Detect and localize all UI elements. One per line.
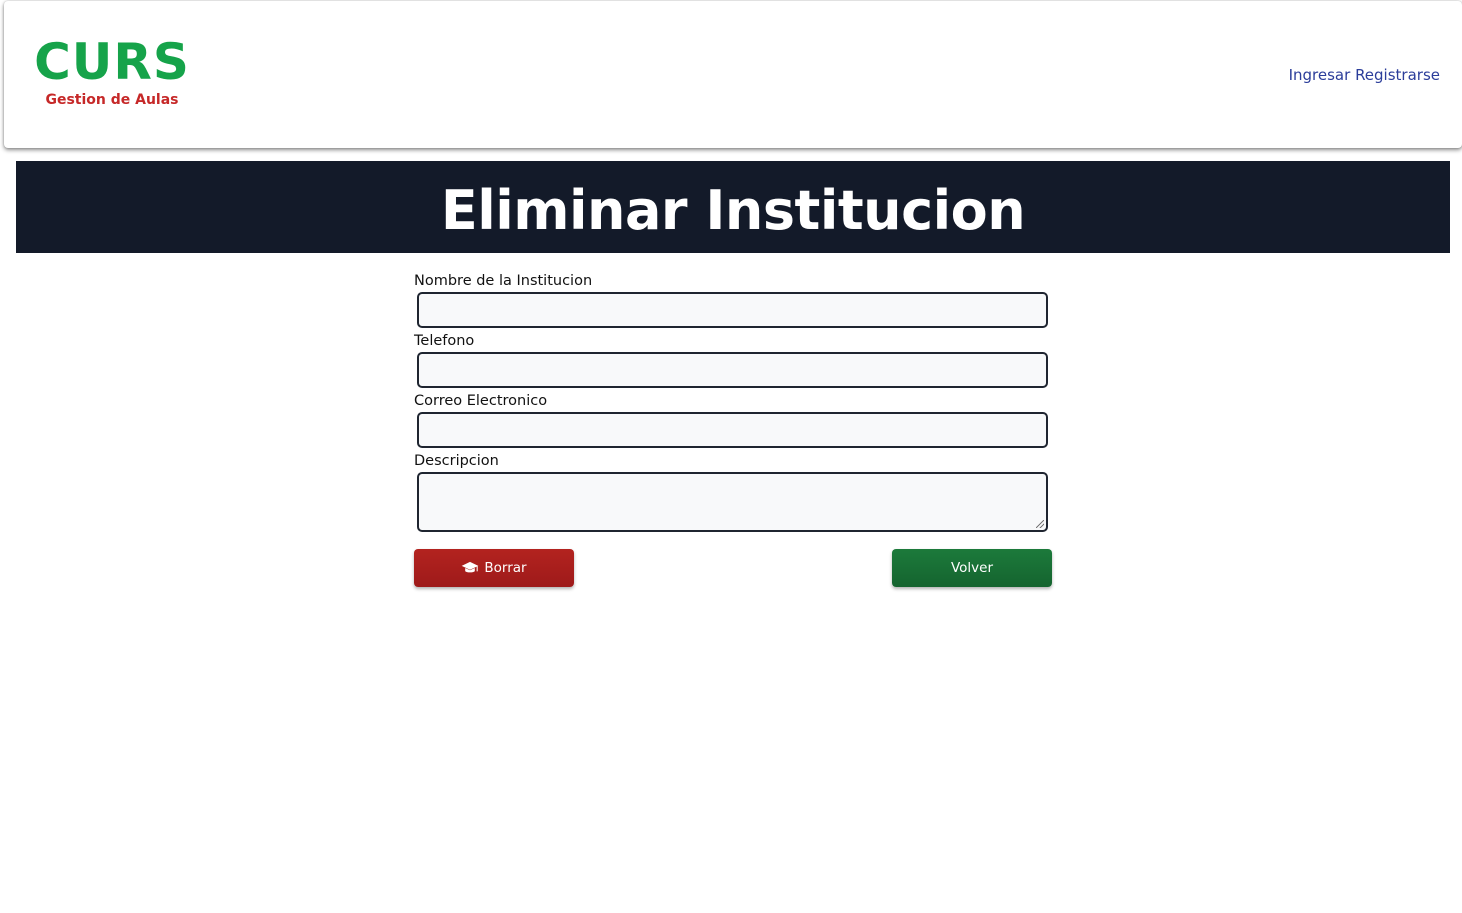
resize-grip-icon[interactable] [1036,520,1044,528]
email-input[interactable] [417,412,1048,448]
form-actions: Borrar Volver [414,549,1052,587]
register-link[interactable]: Registrarse [1355,66,1440,84]
institution-name-label: Nombre de la Institucion [414,273,593,289]
delete-button-label: Borrar [484,560,527,576]
delete-button[interactable]: Borrar [414,549,574,587]
description-textarea[interactable] [417,472,1048,532]
page-title: Eliminar Institucion [440,179,1026,242]
graduation-cap-icon [462,561,479,573]
phone-label: Telefono [414,333,475,349]
brand-logo[interactable]: CURS Gestion de Aulas [32,31,192,109]
phone-input[interactable] [417,352,1048,388]
delete-institution-form: Nombre de la Institucion Telefono Correo… [414,270,1054,532]
brand-title: CURS [34,33,190,91]
login-link[interactable]: Ingresar [1289,66,1351,84]
email-label: Correo Electronico [414,393,548,409]
description-label: Descripcion [414,453,499,469]
back-button[interactable]: Volver [892,549,1052,587]
institution-name-input[interactable] [417,292,1048,328]
site-header: CURS Gestion de Aulas Ingresar Registrar… [4,1,1462,148]
page-banner: Eliminar Institucion [16,161,1450,253]
top-nav: Ingresar Registrarse [1289,65,1440,85]
brand-subtitle: Gestion de Aulas [45,92,179,108]
back-button-label: Volver [950,560,994,576]
